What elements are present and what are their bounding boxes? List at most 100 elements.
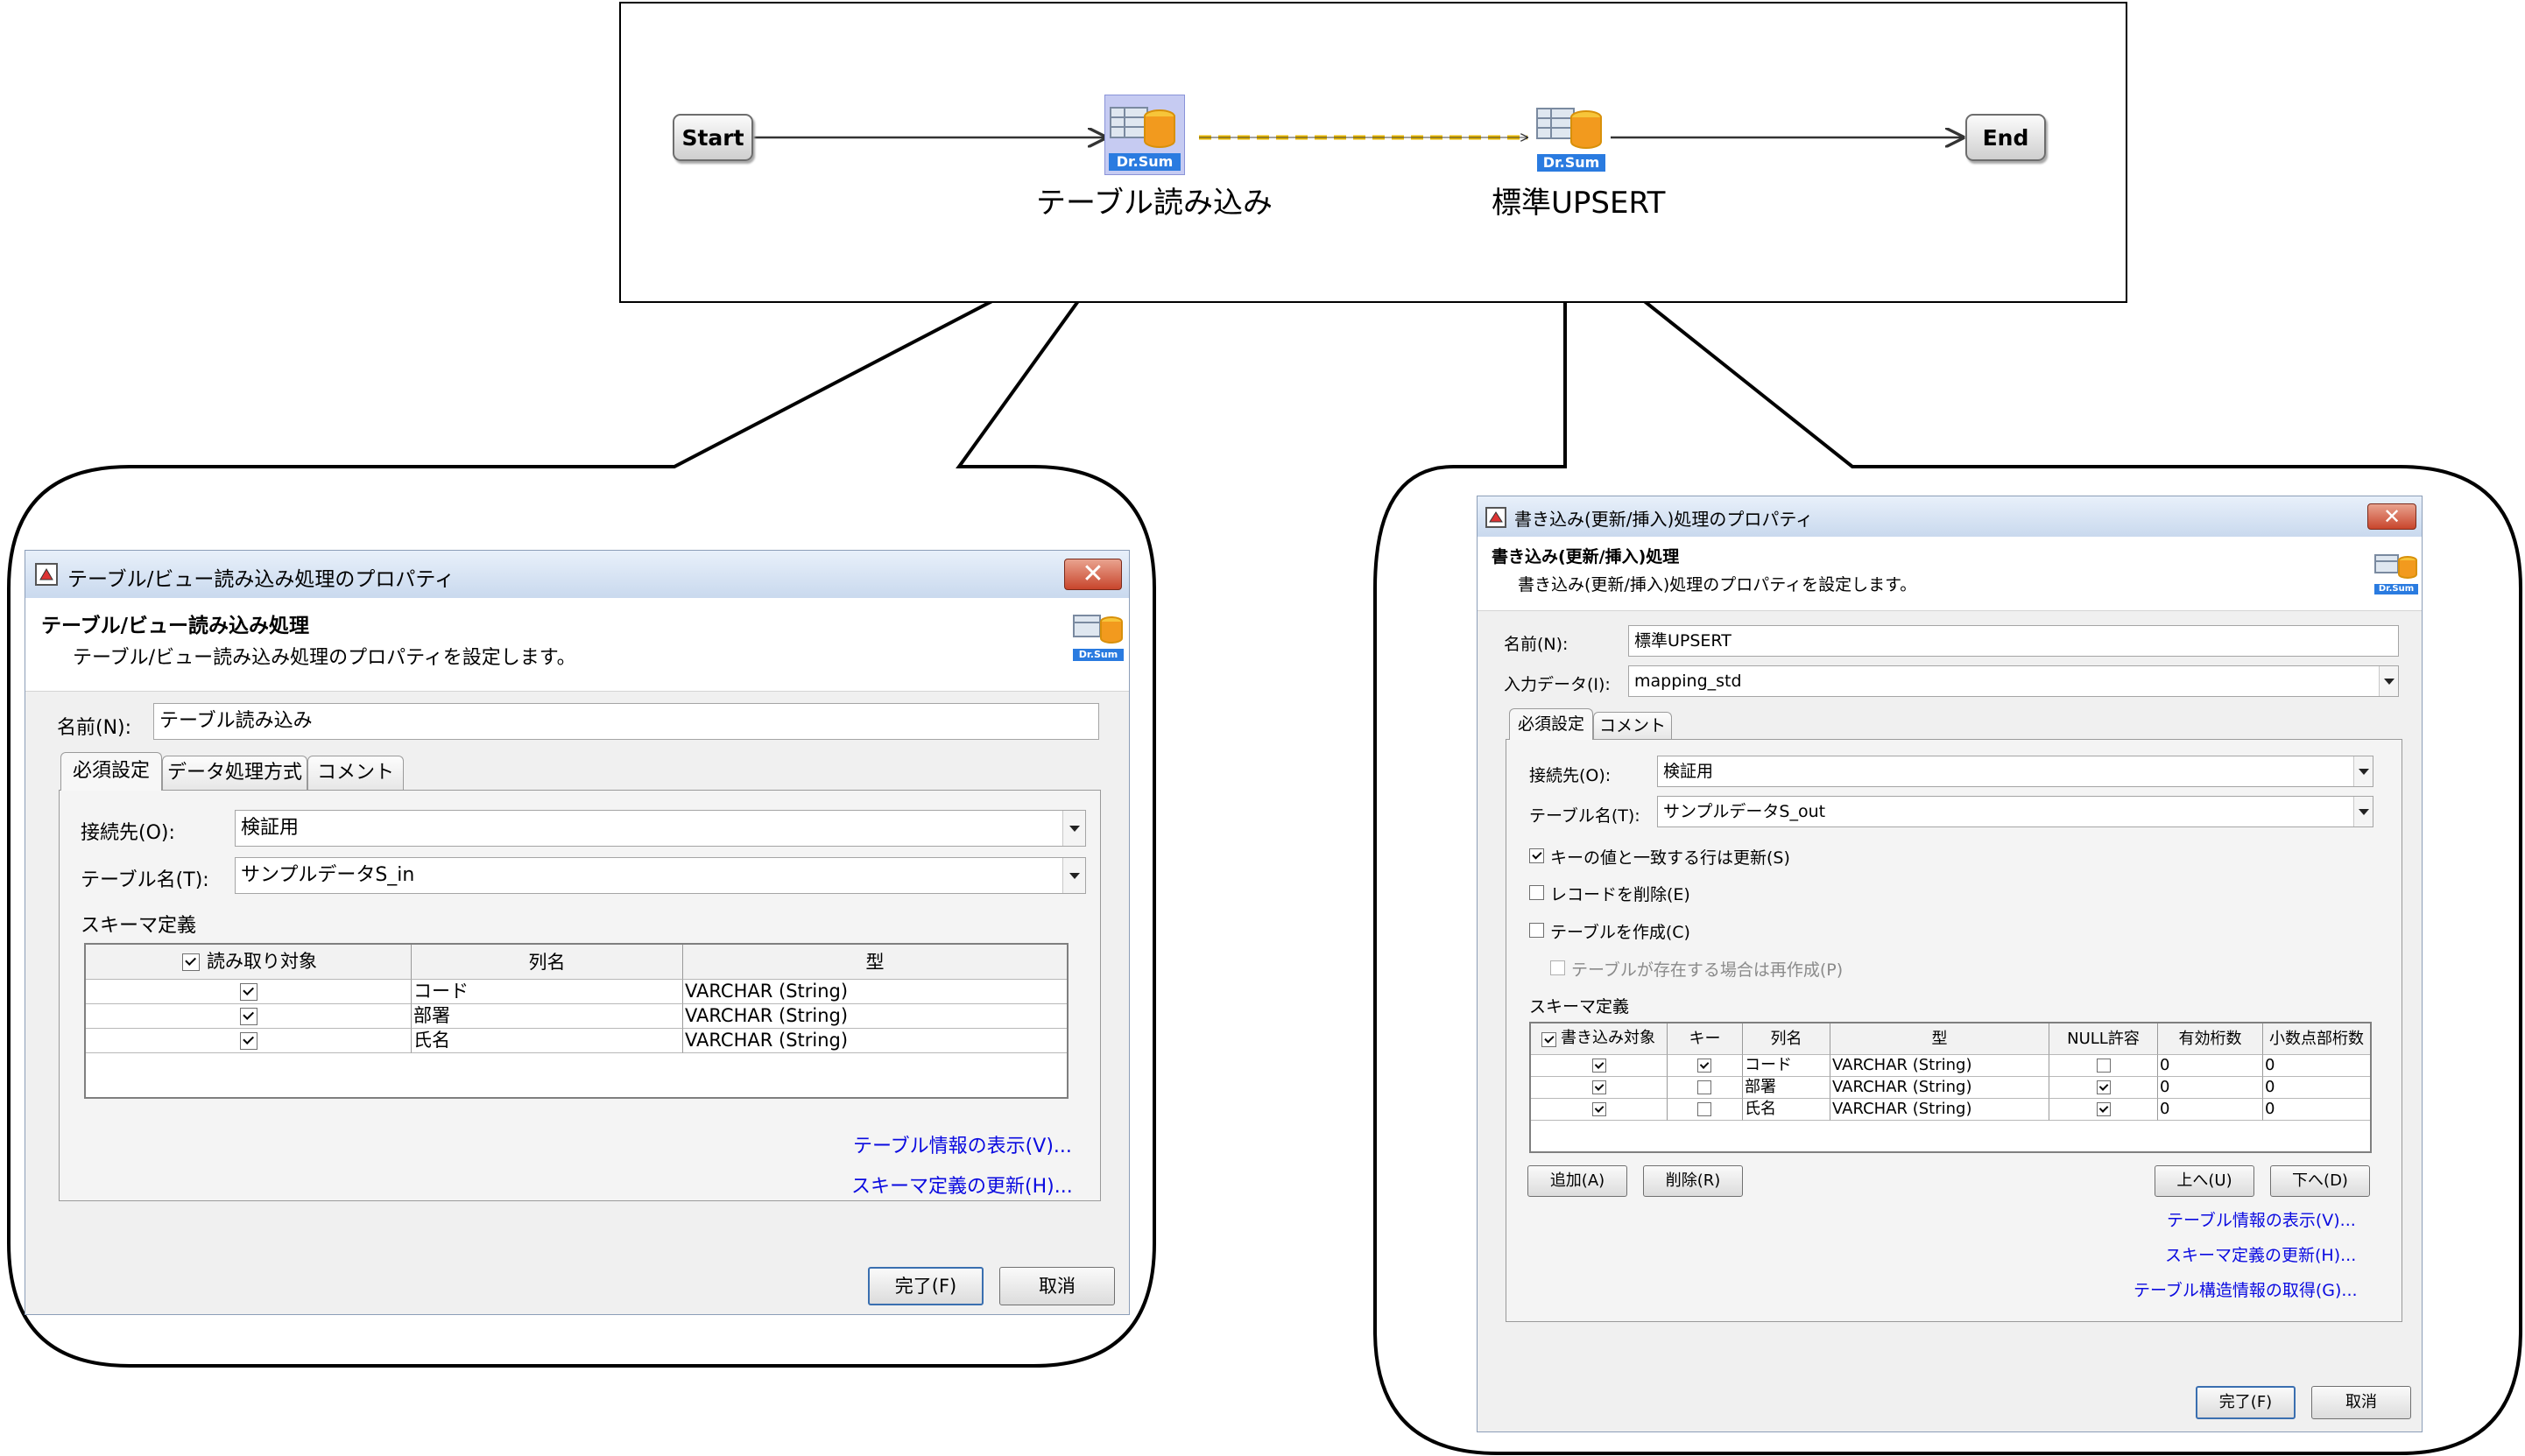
row-key-cell	[1668, 1055, 1743, 1077]
row-precision-cell: 0	[2158, 1077, 2263, 1099]
row-target-checkbox[interactable]	[1592, 1080, 1606, 1094]
row-key-checkbox[interactable]	[1697, 1080, 1711, 1094]
tab-data-processing[interactable]: データ処理方式	[162, 756, 307, 791]
title-bar: 書き込み(更新/挿入)処理のプロパティ ✕	[1478, 496, 2422, 538]
row-key-checkbox[interactable]	[1697, 1102, 1711, 1116]
delete-checkbox[interactable]	[1529, 885, 1544, 900]
row-nullable-checkbox[interactable]	[2097, 1059, 2111, 1073]
cancel-button[interactable]: 取消	[999, 1267, 1115, 1305]
table-name-value: サンプルデータS_in	[241, 864, 415, 886]
row-target-cell	[86, 1029, 412, 1053]
grid-header-target-label: 書き込み対象	[1561, 1029, 1655, 1047]
row-type-cell: VARCHAR (String)	[683, 1004, 1067, 1029]
finish-button[interactable]: 完了(F)	[868, 1267, 984, 1305]
close-button[interactable]: ✕	[1064, 559, 1122, 590]
finish-button[interactable]: 完了(F)	[2196, 1386, 2296, 1419]
show-table-info-link[interactable]: テーブル情報の表示(V)...	[853, 1130, 1072, 1158]
chevron-down-icon[interactable]	[2353, 797, 2373, 826]
upsert-node[interactable]: Dr.Sum	[1534, 100, 1609, 175]
connection-select[interactable]: 検証用	[235, 810, 1086, 847]
database-write-icon	[1536, 108, 1602, 149]
row-key-cell	[1668, 1077, 1743, 1099]
start-node[interactable]: Start	[673, 114, 753, 161]
close-button[interactable]: ✕	[2367, 503, 2416, 530]
dialog-header: 書き込み(更新/挿入)処理 書き込み(更新/挿入)処理のプロパティを設定します。…	[1478, 537, 2422, 611]
tab-comment[interactable]: コメント	[307, 756, 404, 791]
connection-select[interactable]: 検証用	[1657, 756, 2373, 787]
cancel-button[interactable]: 取消	[2311, 1386, 2411, 1419]
row-scale-cell: 0	[2263, 1055, 2370, 1077]
delete-button[interactable]: 削除(R)	[1643, 1165, 1743, 1197]
table-name-label: テーブル名(T):	[81, 869, 209, 891]
chevron-down-icon[interactable]	[2379, 666, 2398, 696]
row-type-cell: VARCHAR (String)	[683, 1029, 1067, 1053]
grid-header-precision: 有効桁数	[2158, 1023, 2263, 1055]
row-scale-cell: 0	[2263, 1099, 2370, 1121]
row-name-cell: 部署	[412, 1004, 683, 1029]
database-icon	[1073, 615, 1123, 644]
row-scale-cell: 0	[2263, 1077, 2370, 1099]
create-checkbox[interactable]	[1529, 923, 1544, 938]
move-down-button[interactable]: 下へ(D)	[2270, 1165, 2370, 1197]
row-target-checkbox[interactable]	[240, 1032, 257, 1050]
row-key-checkbox[interactable]	[1697, 1059, 1711, 1073]
table-read-node[interactable]: Dr.Sum	[1104, 95, 1185, 175]
end-node[interactable]: End	[1965, 114, 2046, 161]
row-type-cell: VARCHAR (String)	[1830, 1055, 2049, 1077]
tab-required[interactable]: 必須設定	[60, 752, 162, 791]
name-field[interactable]: テーブル読み込み	[153, 703, 1099, 740]
tab-panel-required: 接続先(O): 検証用 テーブル名(T): サンプルデータS_out キーの値と…	[1506, 739, 2402, 1322]
row-nullable-checkbox[interactable]	[2097, 1102, 2111, 1116]
add-button[interactable]: 追加(A)	[1527, 1165, 1627, 1197]
grid-header-key: キー	[1668, 1023, 1743, 1055]
database-icon	[1110, 107, 1175, 148]
update-schema-link[interactable]: スキーマ定義の更新(H)...	[2165, 1242, 2356, 1266]
show-table-info-link[interactable]: テーブル情報の表示(V)...	[2167, 1207, 2356, 1231]
chevron-down-icon[interactable]	[2353, 756, 2373, 786]
grid-header-column-name: 列名	[412, 945, 683, 980]
row-target-checkbox[interactable]	[1592, 1059, 1606, 1073]
close-icon: ✕	[2382, 504, 2402, 529]
row-target-cell	[86, 1004, 412, 1029]
row-nullable-cell	[2049, 1077, 2158, 1099]
tab-required[interactable]: 必須設定	[1509, 708, 1593, 740]
flow-canvas: Start End Dr.Sum テーブル読み込み Dr.Sum 標準UPSER…	[619, 2, 2127, 303]
dr-sum-badge: Dr.Sum	[1109, 153, 1181, 171]
grid-header-target[interactable]: 読み取り対象	[86, 945, 412, 980]
row-target-checkbox[interactable]	[240, 1008, 257, 1025]
name-field[interactable]: 標準UPSERT	[1628, 625, 2399, 657]
dr-sum-badge: Dr.Sum	[2374, 584, 2418, 594]
row-target-checkbox[interactable]	[1592, 1102, 1606, 1116]
row-name-cell: コード	[412, 980, 683, 1004]
input-data-select[interactable]: mapping_std	[1628, 665, 2399, 697]
chevron-down-icon[interactable]	[1062, 858, 1085, 893]
get-table-structure-link[interactable]: テーブル構造情報の取得(G)...	[2134, 1277, 2358, 1301]
row-type-cell: VARCHAR (String)	[1830, 1099, 2049, 1121]
row-name-cell: 氏名	[412, 1029, 683, 1053]
row-target-checkbox[interactable]	[240, 983, 257, 1001]
table-name-select[interactable]: サンプルデータS_in	[235, 857, 1086, 894]
update-schema-link[interactable]: スキーマ定義の更新(H)...	[851, 1171, 1073, 1199]
header-title: テーブル/ビュー読み込み処理	[41, 615, 310, 637]
grid-header-target[interactable]: 書き込み対象	[1531, 1023, 1668, 1055]
update-checkbox[interactable]	[1529, 848, 1544, 863]
input-data-value: mapping_std	[1634, 672, 1742, 691]
table-name-select[interactable]: サンプルデータS_out	[1657, 796, 2373, 827]
grid-header-target-label: 読み取り対象	[207, 951, 317, 972]
connection-label: 接続先(O):	[1529, 766, 1612, 785]
row-type-cell: VARCHAR (String)	[1830, 1077, 2049, 1099]
tab-comment[interactable]: コメント	[1593, 712, 1672, 740]
row-nullable-checkbox[interactable]	[2097, 1080, 2111, 1094]
chevron-down-icon[interactable]	[1062, 811, 1085, 846]
move-up-button[interactable]: 上へ(U)	[2155, 1165, 2254, 1197]
connection-value: 検証用	[241, 817, 300, 839]
row-type-cell: VARCHAR (String)	[683, 980, 1067, 1004]
row-name-cell: コード	[1743, 1055, 1830, 1077]
schema-grid: 読み取り対象 列名 型 コード VARCHAR (String) 部署 VARC…	[84, 943, 1069, 1099]
close-icon: ✕	[1082, 559, 1104, 589]
select-all-checkbox[interactable]	[1541, 1032, 1556, 1047]
select-all-checkbox[interactable]	[182, 953, 200, 971]
app-icon	[1485, 507, 1506, 528]
node1-label: テーブル読み込み	[1036, 186, 1273, 221]
flow-connectors	[752, 4, 2127, 303]
